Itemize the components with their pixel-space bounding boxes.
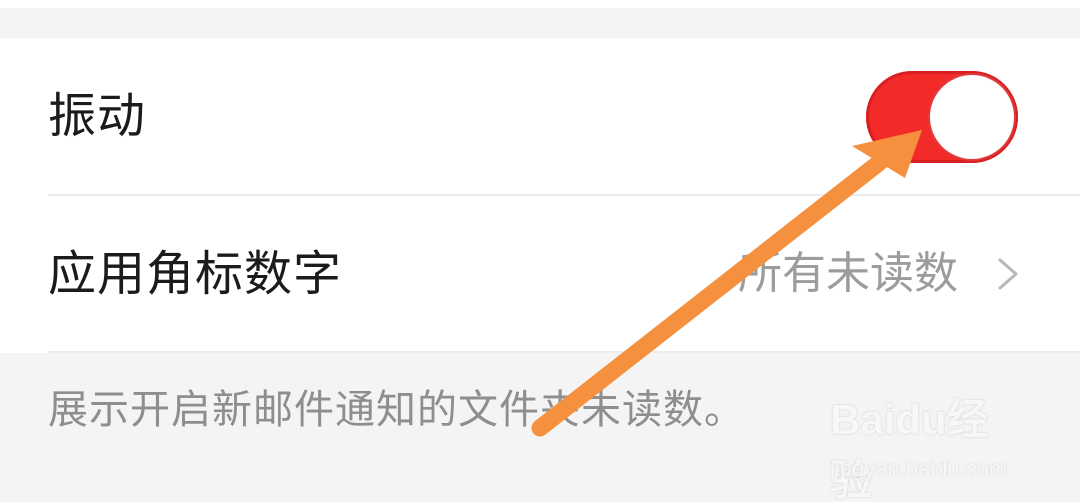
vibration-row[interactable]: 振动 xyxy=(0,38,1080,194)
watermark-logo: Baidu经验 xyxy=(830,396,989,502)
top-strip xyxy=(0,0,1080,8)
chevron-right-icon xyxy=(998,258,1018,290)
badge-number-row[interactable]: 应用角标数字 所有未读数 xyxy=(0,196,1080,352)
vibration-toggle[interactable] xyxy=(866,71,1018,163)
settings-page: 振动 应用角标数字 所有未读数 展示开启新邮件通知的文件夹未读数。 Baidu经… xyxy=(0,0,1080,502)
watermark: Baidu经验 jingyan.baidu.com xyxy=(830,386,1030,502)
settings-group: 振动 应用角标数字 所有未读数 xyxy=(0,38,1080,353)
divider xyxy=(48,351,1080,353)
badge-number-label: 应用角标数字 xyxy=(48,246,343,302)
watermark-url: jingyan.baidu.com xyxy=(830,456,1008,481)
vibration-label: 振动 xyxy=(48,88,147,144)
badge-number-description: 展示开启新邮件通知的文件夹未读数。 xyxy=(48,387,745,433)
toggle-knob xyxy=(930,75,1014,159)
badge-number-value: 所有未读数 xyxy=(738,248,958,299)
